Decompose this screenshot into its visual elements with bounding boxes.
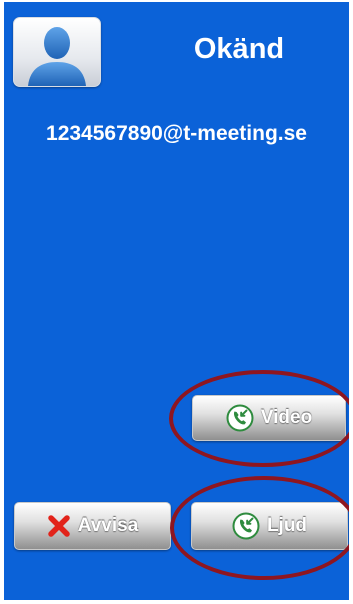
- caller-address: 1234567890@t-meeting.se: [46, 122, 307, 145]
- answer-video-label: Video: [260, 407, 313, 428]
- red-x-icon: [47, 514, 71, 538]
- reject-call-label: Avvisa: [77, 515, 139, 536]
- answer-call-icon: [232, 512, 260, 540]
- answer-audio-label: Ljud: [266, 515, 308, 536]
- answer-call-icon: [226, 404, 254, 432]
- caller-name: Okänd: [193, 33, 285, 65]
- answer-video-button[interactable]: Video: [192, 395, 346, 441]
- answer-audio-button[interactable]: Ljud: [191, 502, 348, 550]
- incoming-call-screen: Okänd 1234567890@t-meeting.se Video Avvi…: [4, 2, 349, 600]
- reject-call-button[interactable]: Avvisa: [14, 502, 171, 550]
- caller-avatar: [13, 17, 101, 87]
- person-silhouette-icon: [28, 27, 86, 86]
